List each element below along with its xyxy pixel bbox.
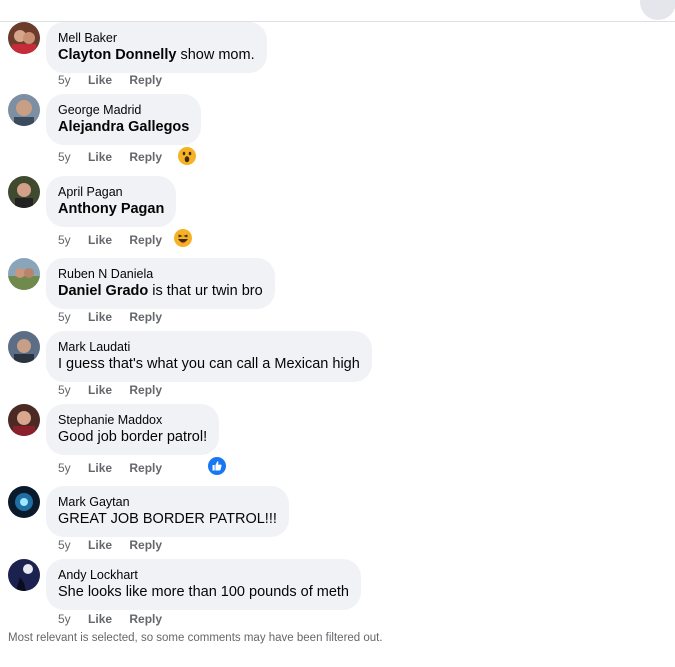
comment-author[interactable]: Mark Laudati <box>58 339 360 355</box>
reply-button[interactable]: Reply <box>129 73 162 87</box>
comment-actions: 5y Like Reply <box>58 538 162 552</box>
filter-notice: Most relevant is selected, so some comme… <box>8 632 383 644</box>
comment-text-rest: show mom. <box>176 47 255 63</box>
tagged-name[interactable]: Alejandra Gallegos <box>58 119 189 135</box>
comment-author[interactable]: Stephanie Maddox <box>58 412 207 428</box>
comment-bubble: Andy Lockhart She looks like more than 1… <box>46 559 361 610</box>
comment-bubble: Mark Gaytan GREAT JOB BORDER PATROL!!! <box>46 486 289 537</box>
comment-bubble: George Madrid Alejandra Gallegos <box>46 94 202 145</box>
comment-bubble: Ruben N Daniela Daniel Grado is that ur … <box>46 258 275 309</box>
tagged-name[interactable]: Clayton Donnelly <box>58 47 176 63</box>
comment-time[interactable]: 5y <box>58 383 71 397</box>
tagged-name[interactable]: Daniel Grado <box>58 283 148 299</box>
comment-time[interactable]: 5y <box>58 461 71 475</box>
like-button[interactable]: Like <box>88 612 112 626</box>
reply-button[interactable]: Reply <box>129 612 162 626</box>
comment-time[interactable]: 5y <box>58 150 71 164</box>
avatar[interactable] <box>8 486 40 518</box>
avatar[interactable] <box>8 176 40 208</box>
tagged-name[interactable]: Anthony Pagan <box>58 201 164 217</box>
comment-actions: 5y Like Reply <box>58 150 162 164</box>
comment-author[interactable]: April Pagan <box>58 184 164 200</box>
comment-actions: 5y Like Reply <box>58 461 162 475</box>
avatar[interactable] <box>8 404 40 436</box>
avatar[interactable] <box>8 22 40 54</box>
reply-button[interactable]: Reply <box>129 383 162 397</box>
comment-text: Alejandra Gallegos <box>58 118 189 137</box>
reply-button[interactable]: Reply <box>129 538 162 552</box>
comment-text: Daniel Grado is that ur twin bro <box>58 282 263 301</box>
comment-text: Clayton Donnelly show mom. <box>58 46 255 65</box>
reply-button[interactable]: Reply <box>129 461 162 475</box>
comment-bubble: April Pagan Anthony Pagan <box>46 176 177 227</box>
wow-icon[interactable] <box>178 147 196 165</box>
comment-author[interactable]: Ruben N Daniela <box>58 266 263 282</box>
avatar[interactable] <box>8 331 40 363</box>
haha-icon[interactable] <box>174 229 192 247</box>
comment-actions: 5y Like Reply <box>58 73 162 87</box>
like-button[interactable]: Like <box>88 538 112 552</box>
comment-text: She looks like more than 100 pounds of m… <box>58 584 349 600</box>
like-button[interactable]: Like <box>88 150 112 164</box>
comment-actions: 5y Like Reply <box>58 233 162 247</box>
comment-time[interactable]: 5y <box>58 73 71 87</box>
reply-button[interactable]: Reply <box>129 310 162 324</box>
comment-actions: 5y Like Reply <box>58 383 162 397</box>
comment-author[interactable]: Mark Gaytan <box>58 494 277 510</box>
top-bar <box>0 0 675 22</box>
comment-actions: 5y Like Reply <box>58 310 162 324</box>
reply-button[interactable]: Reply <box>129 233 162 247</box>
close-button[interactable] <box>640 0 675 20</box>
comment-time[interactable]: 5y <box>58 612 71 626</box>
avatar[interactable] <box>8 94 40 126</box>
like-button[interactable]: Like <box>88 233 112 247</box>
comment-bubble: Mark Laudati I guess that's what you can… <box>46 331 372 382</box>
like-button[interactable]: Like <box>88 383 112 397</box>
comment-text: I guess that's what you can call a Mexic… <box>58 356 360 372</box>
like-icon[interactable] <box>208 457 226 475</box>
comment-text: Anthony Pagan <box>58 200 164 219</box>
comment-text-rest: is that ur twin bro <box>148 283 263 299</box>
comment-author[interactable]: Mell Baker <box>58 30 255 46</box>
comment-author[interactable]: George Madrid <box>58 102 189 118</box>
like-button[interactable]: Like <box>88 461 112 475</box>
comment-time[interactable]: 5y <box>58 538 71 552</box>
comment-time[interactable]: 5y <box>58 233 71 247</box>
comment-bubble: Stephanie Maddox Good job border patrol! <box>46 404 220 455</box>
comment-actions: 5y Like Reply <box>58 612 162 626</box>
comment-time[interactable]: 5y <box>58 310 71 324</box>
comment-text: Good job border patrol! <box>58 429 208 445</box>
comment-text: GREAT JOB BORDER PATROL!!! <box>58 511 277 527</box>
avatar[interactable] <box>8 559 40 591</box>
reply-button[interactable]: Reply <box>129 150 162 164</box>
comment-author[interactable]: Andy Lockhart <box>58 567 349 583</box>
like-button[interactable]: Like <box>88 310 112 324</box>
like-button[interactable]: Like <box>88 73 112 87</box>
comment-bubble: Mell Baker Clayton Donnelly show mom. <box>46 22 267 73</box>
avatar[interactable] <box>8 258 40 290</box>
